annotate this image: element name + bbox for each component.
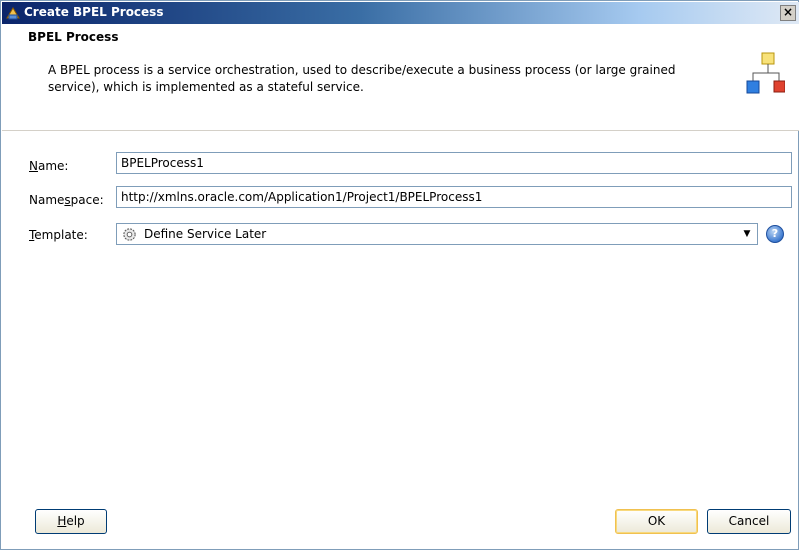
namespace-field[interactable] [116,186,792,208]
process-diagram-icon [746,52,785,94]
close-icon: × [782,5,794,19]
namespace-label: Namespace: [29,193,104,207]
chevron-down-icon[interactable]: ▼ [739,226,755,242]
ok-button[interactable]: OK [615,509,698,534]
window-title: Create BPEL Process [24,5,164,19]
help-icon[interactable]: ? [766,225,784,243]
name-field[interactable] [116,152,792,174]
template-label: Template: [29,228,88,242]
cancel-button[interactable]: Cancel [707,509,791,534]
bpel-app-icon [6,7,20,20]
template-value: Define Service Later [144,227,267,241]
header-description: A BPEL process is a service orchestratio… [48,63,676,94]
gear-icon [123,228,136,241]
header-title: BPEL Process [28,30,119,44]
close-button[interactable]: × [780,5,796,21]
name-label: Name: [29,159,69,173]
title-bar[interactable]: Create BPEL Process × [2,2,799,24]
create-bpel-process-dialog: Create BPEL Process × BPEL Process A BPE… [0,0,799,550]
template-select[interactable]: Define Service Later ▼ [116,223,758,245]
help-button[interactable]: Help [35,509,107,534]
